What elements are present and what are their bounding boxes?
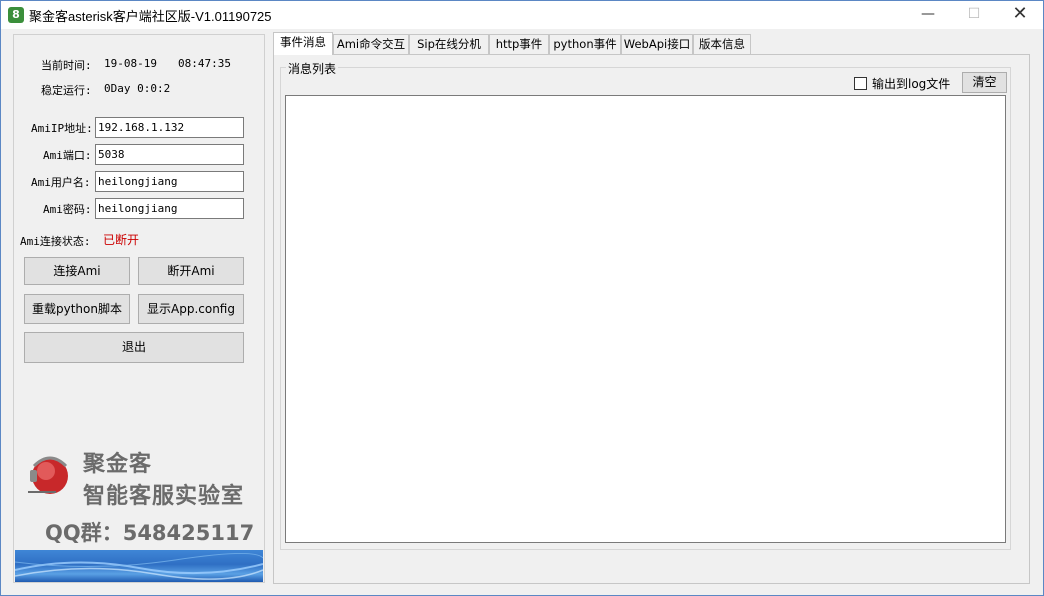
uptime-label: 稳定运行:: [41, 84, 92, 97]
tab-webapi[interactable]: WebApi接口: [621, 34, 693, 54]
connect-ami-button[interactable]: 连接Ami: [24, 257, 130, 285]
log-file-checkbox-label[interactable]: 输出到log文件: [872, 75, 950, 92]
current-time-value: 08:47:35: [178, 57, 231, 70]
tab-panel-event-messages: 消息列表 输出到log文件 清空: [273, 54, 1030, 584]
message-list-title: 消息列表: [286, 60, 339, 77]
logo-subtitle: 智能客服实验室: [83, 484, 245, 509]
uptime-value: 0Day 0:0:2: [104, 82, 171, 95]
tab-version-info[interactable]: 版本信息: [693, 34, 751, 54]
current-time-label: 当前时间:: [41, 59, 92, 72]
log-file-checkbox[interactable]: [854, 77, 867, 90]
logo-title: 聚金客: [83, 452, 153, 477]
tab-ami-commands[interactable]: Ami命令交互: [333, 34, 409, 54]
message-list-group: 消息列表 输出到log文件 清空: [280, 60, 1011, 550]
current-date-value: 19-08-19: [104, 57, 157, 70]
globe-logo-icon: [28, 456, 68, 494]
password-input[interactable]: heilongjiang: [95, 198, 244, 219]
title-bar[interactable]: 8 聚金客asterisk客户端社区版-V1.01190725 — ☐ ✕: [1, 1, 1043, 29]
app-icon: 8: [8, 7, 24, 23]
ip-label: AmiIP地址:: [31, 122, 93, 135]
username-input[interactable]: heilongjiang: [95, 171, 244, 192]
tab-http-events[interactable]: http事件: [489, 34, 549, 54]
app-window: 8 聚金客asterisk客户端社区版-V1.01190725 — ☐ ✕ 当前…: [0, 0, 1044, 596]
window-title: 聚金客asterisk客户端社区版-V1.01190725: [29, 9, 272, 24]
port-input[interactable]: 5038: [95, 144, 244, 165]
tab-python-events[interactable]: python事件: [549, 34, 621, 54]
wave-banner-image: [15, 550, 263, 582]
password-label: Ami密码:: [43, 203, 92, 216]
clear-button[interactable]: 清空: [962, 72, 1007, 93]
port-label: Ami端口:: [43, 149, 92, 162]
connection-status-label: Ami连接状态:: [20, 235, 91, 248]
qq-group-text: QQ群：548425117: [45, 521, 255, 545]
logo-banner: 聚金客 智能客服实验室 QQ群：548425117: [14, 440, 264, 583]
close-button[interactable]: ✕: [997, 1, 1043, 29]
reload-python-button[interactable]: 重载python脚本: [24, 294, 130, 324]
connection-status-value: 已断开: [103, 233, 140, 247]
ip-address-input[interactable]: 192.168.1.132: [95, 117, 244, 138]
maximize-button[interactable]: ☐: [951, 1, 997, 29]
message-log-textarea[interactable]: [285, 95, 1006, 543]
show-config-button[interactable]: 显示App.config: [138, 294, 244, 324]
tab-sip-online[interactable]: Sip在线分机: [409, 34, 489, 54]
disconnect-ami-button[interactable]: 断开Ami: [138, 257, 244, 285]
connection-panel: 当前时间: 19-08-19 08:47:35 稳定运行: 0Day 0:0:2…: [13, 34, 265, 583]
minimize-button[interactable]: —: [905, 1, 951, 29]
username-label: Ami用户名:: [31, 176, 91, 189]
exit-button[interactable]: 退出: [24, 332, 244, 363]
tab-event-messages[interactable]: 事件消息: [273, 32, 333, 55]
